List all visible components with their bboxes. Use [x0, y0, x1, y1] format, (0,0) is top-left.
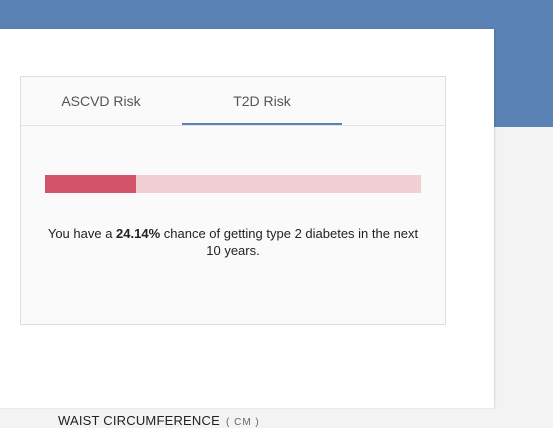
waist-label-text: WAIST CIRCUMFERENCE [58, 413, 220, 428]
risk-progress-fill [45, 175, 136, 193]
risk-description: You have a 24.14% chance of getting type… [45, 225, 421, 259]
form-card: ASCVD Risk T2D Risk You have a 24.14% ch… [0, 29, 494, 428]
active-tab-indicator [182, 123, 342, 125]
risk-progress-bar [45, 175, 421, 193]
waist-unit: ( CM ) [225, 417, 260, 428]
background-area [494, 127, 553, 408]
risk-panel: ASCVD Risk T2D Risk You have a 24.14% ch… [20, 76, 446, 325]
risk-percent: 24.14% [116, 226, 161, 241]
tab-ascvd-risk[interactable]: ASCVD Risk [21, 77, 181, 125]
risk-tabs: ASCVD Risk T2D Risk [21, 77, 445, 126]
tab-t2d-risk[interactable]: T2D Risk [182, 77, 342, 125]
risk-text-suffix: chance of getting type 2 diabetes in the… [160, 226, 419, 258]
waist-circumference-label: WAIST CIRCUMFERENCE ( CM ) [58, 413, 260, 428]
risk-text-prefix: You have a [47, 226, 117, 241]
